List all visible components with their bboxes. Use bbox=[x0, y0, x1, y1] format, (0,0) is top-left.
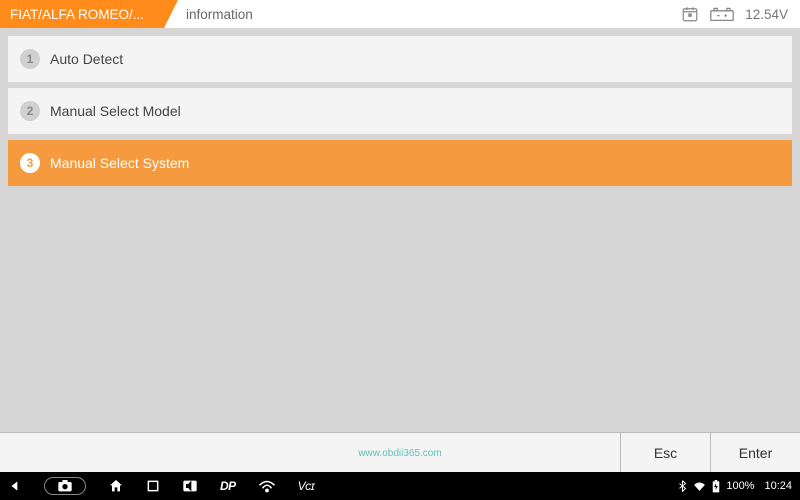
battery-voltage-value: 12.54V bbox=[745, 7, 788, 22]
volume-icon[interactable] bbox=[182, 479, 198, 493]
menu-item-number: 3 bbox=[20, 153, 40, 173]
menu-item-label: Manual Select System bbox=[50, 155, 189, 171]
enter-button[interactable]: Enter bbox=[710, 433, 800, 472]
wifi-icon bbox=[693, 481, 706, 492]
bluetooth-icon bbox=[678, 480, 687, 492]
menu-list: 1 Auto Detect 2 Manual Select Model 3 Ma… bbox=[8, 36, 792, 186]
menu-item-number: 2 bbox=[20, 101, 40, 121]
menu-item-label: Manual Select Model bbox=[50, 103, 181, 119]
app-header: FIAT/ALFA ROMEO/... information bbox=[0, 0, 800, 28]
esc-button[interactable]: Esc bbox=[620, 433, 710, 472]
battery-icon bbox=[709, 6, 735, 22]
main-content: 1 Auto Detect 2 Manual Select Model 3 Ma… bbox=[0, 28, 800, 432]
breadcrumb-brand-label: FIAT/ALFA ROMEO/... bbox=[10, 7, 144, 22]
breadcrumb-brand-tab[interactable]: FIAT/ALFA ROMEO/... bbox=[0, 0, 164, 28]
back-icon[interactable] bbox=[8, 479, 22, 493]
dp-app-icon[interactable]: DP bbox=[220, 479, 236, 493]
system-nav-bar: DP Vᴄɪ 100% 10:24 bbox=[0, 472, 800, 500]
header-status: 12.54V bbox=[681, 5, 800, 23]
action-bar: Esc Enter bbox=[0, 432, 800, 472]
menu-item-label: Auto Detect bbox=[50, 51, 123, 67]
breadcrumb-info-tab[interactable]: information bbox=[186, 7, 253, 22]
menu-item-auto-detect[interactable]: 1 Auto Detect bbox=[8, 36, 792, 82]
battery-status-icon bbox=[712, 480, 720, 493]
calendar-icon bbox=[681, 5, 699, 23]
menu-item-manual-select-system[interactable]: 3 Manual Select System bbox=[8, 140, 792, 186]
breadcrumb-info-label: information bbox=[186, 7, 253, 22]
clock-time: 10:24 bbox=[764, 480, 792, 492]
home-icon[interactable] bbox=[108, 478, 124, 494]
camera-button[interactable] bbox=[44, 477, 86, 495]
recent-apps-icon[interactable] bbox=[146, 479, 160, 493]
battery-percentage: 100% bbox=[726, 480, 754, 492]
vci-icon[interactable]: Vᴄɪ bbox=[298, 479, 315, 493]
menu-item-number: 1 bbox=[20, 49, 40, 69]
wifi-signal-icon[interactable] bbox=[258, 479, 276, 493]
menu-item-manual-select-model[interactable]: 2 Manual Select Model bbox=[8, 88, 792, 134]
